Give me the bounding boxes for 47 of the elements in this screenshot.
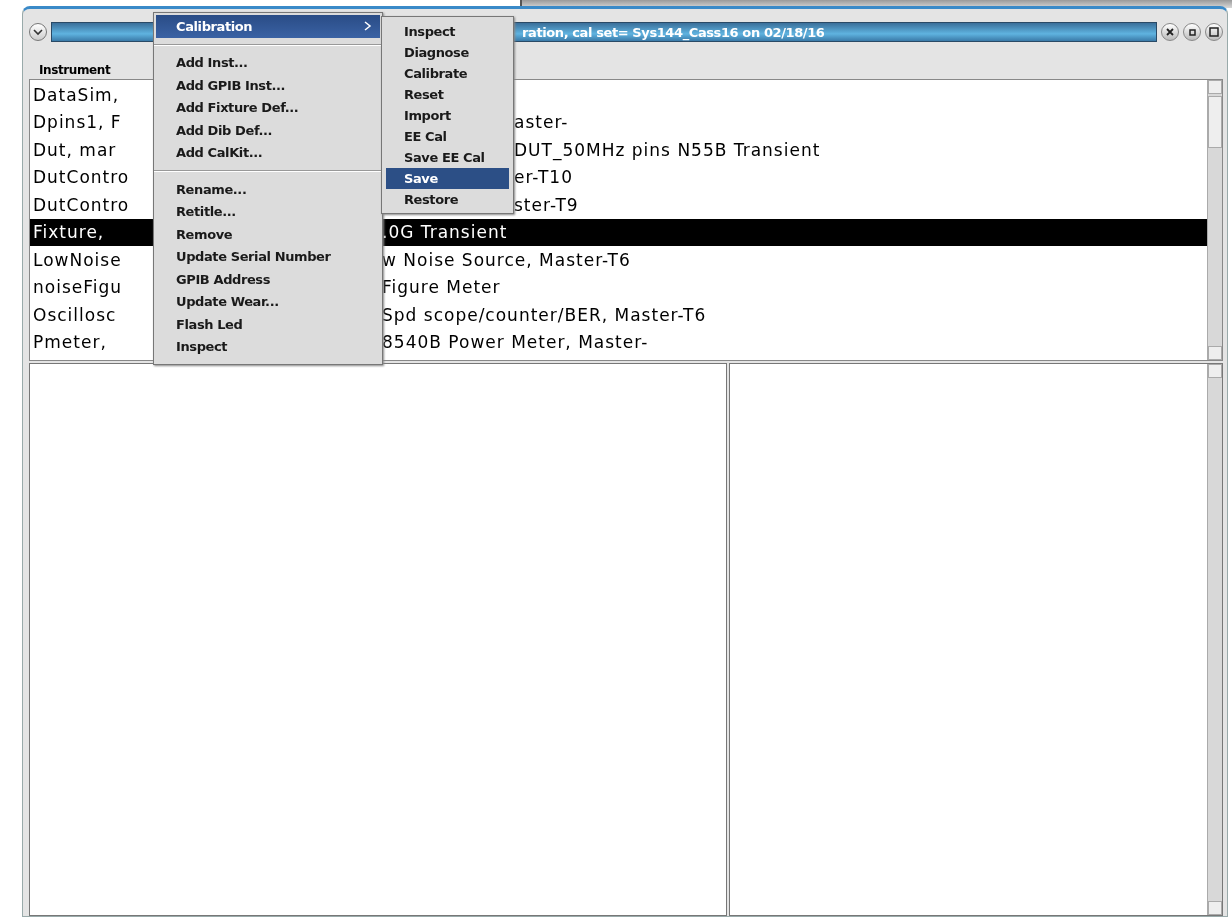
menu-item[interactable]: Add CalKit... [156,141,380,164]
row-text: Fixture, [33,222,105,243]
close-icon [1166,28,1174,36]
row-text: 8540B Power Meter, Master- [382,332,649,353]
row-text: DataSim, [33,84,120,105]
scroll-up-icon[interactable] [1208,364,1222,378]
menu-item[interactable]: Inspect [386,21,509,42]
row-text: Spd scope/counter/BER, Master-T6 [382,304,707,325]
menu-item[interactable]: Add Inst... [156,51,380,74]
row-text: noiseFigu [33,277,123,298]
scroll-thumb[interactable] [1208,96,1222,148]
square-icon [1209,27,1219,37]
row-text: DutContro [33,167,130,188]
row-text: er-T10 [514,167,573,188]
window-title: ration, cal set= Sys144_Cass16 on 02/18/16 [522,24,825,40]
menu-item[interactable]: Instrument [37,63,113,77]
close-button[interactable] [1161,23,1179,41]
chevron-down-icon [33,28,43,36]
row-text: w Noise Source, Master-T6 [382,249,631,270]
scroll-down-icon[interactable] [1208,901,1222,915]
row-text: LowNoise [33,249,122,270]
menu-item[interactable]: Restore [386,189,509,210]
row-text: DUT_50MHz pins N55B Transient [514,139,821,160]
scrollbar[interactable] [1207,364,1222,915]
menu-item[interactable]: Calibration [156,15,380,38]
menu-item[interactable]: Calibrate [386,63,509,84]
menu-item[interactable]: Reset [386,84,509,105]
maximize-button[interactable] [1205,23,1223,41]
row-text: .0G Transient [382,222,508,243]
menu-item[interactable]: Save [386,168,509,189]
scroll-up-icon[interactable] [1208,80,1222,94]
menu-item[interactable]: Update Serial Number [156,245,380,268]
menu-item[interactable]: Diagnose [386,42,509,63]
row-text: Oscillosc [33,304,117,325]
scroll-down-icon[interactable] [1208,346,1222,360]
row-text: aster- [514,112,569,133]
window-menu-button[interactable] [29,23,47,41]
row-text: ster-T9 [514,194,579,215]
minimize-button[interactable] [1183,23,1201,41]
row-text: Pmeter, [33,332,107,353]
menu-item[interactable]: Inspect [156,335,380,358]
row-text: Dpins1, F [33,112,122,133]
row-text: Figure Meter [382,277,501,298]
row-text: DutContro [33,194,130,215]
row-text: Dut, mar [33,139,117,160]
menu-item[interactable]: Remove [156,223,380,246]
scrollbar[interactable] [1207,80,1222,360]
